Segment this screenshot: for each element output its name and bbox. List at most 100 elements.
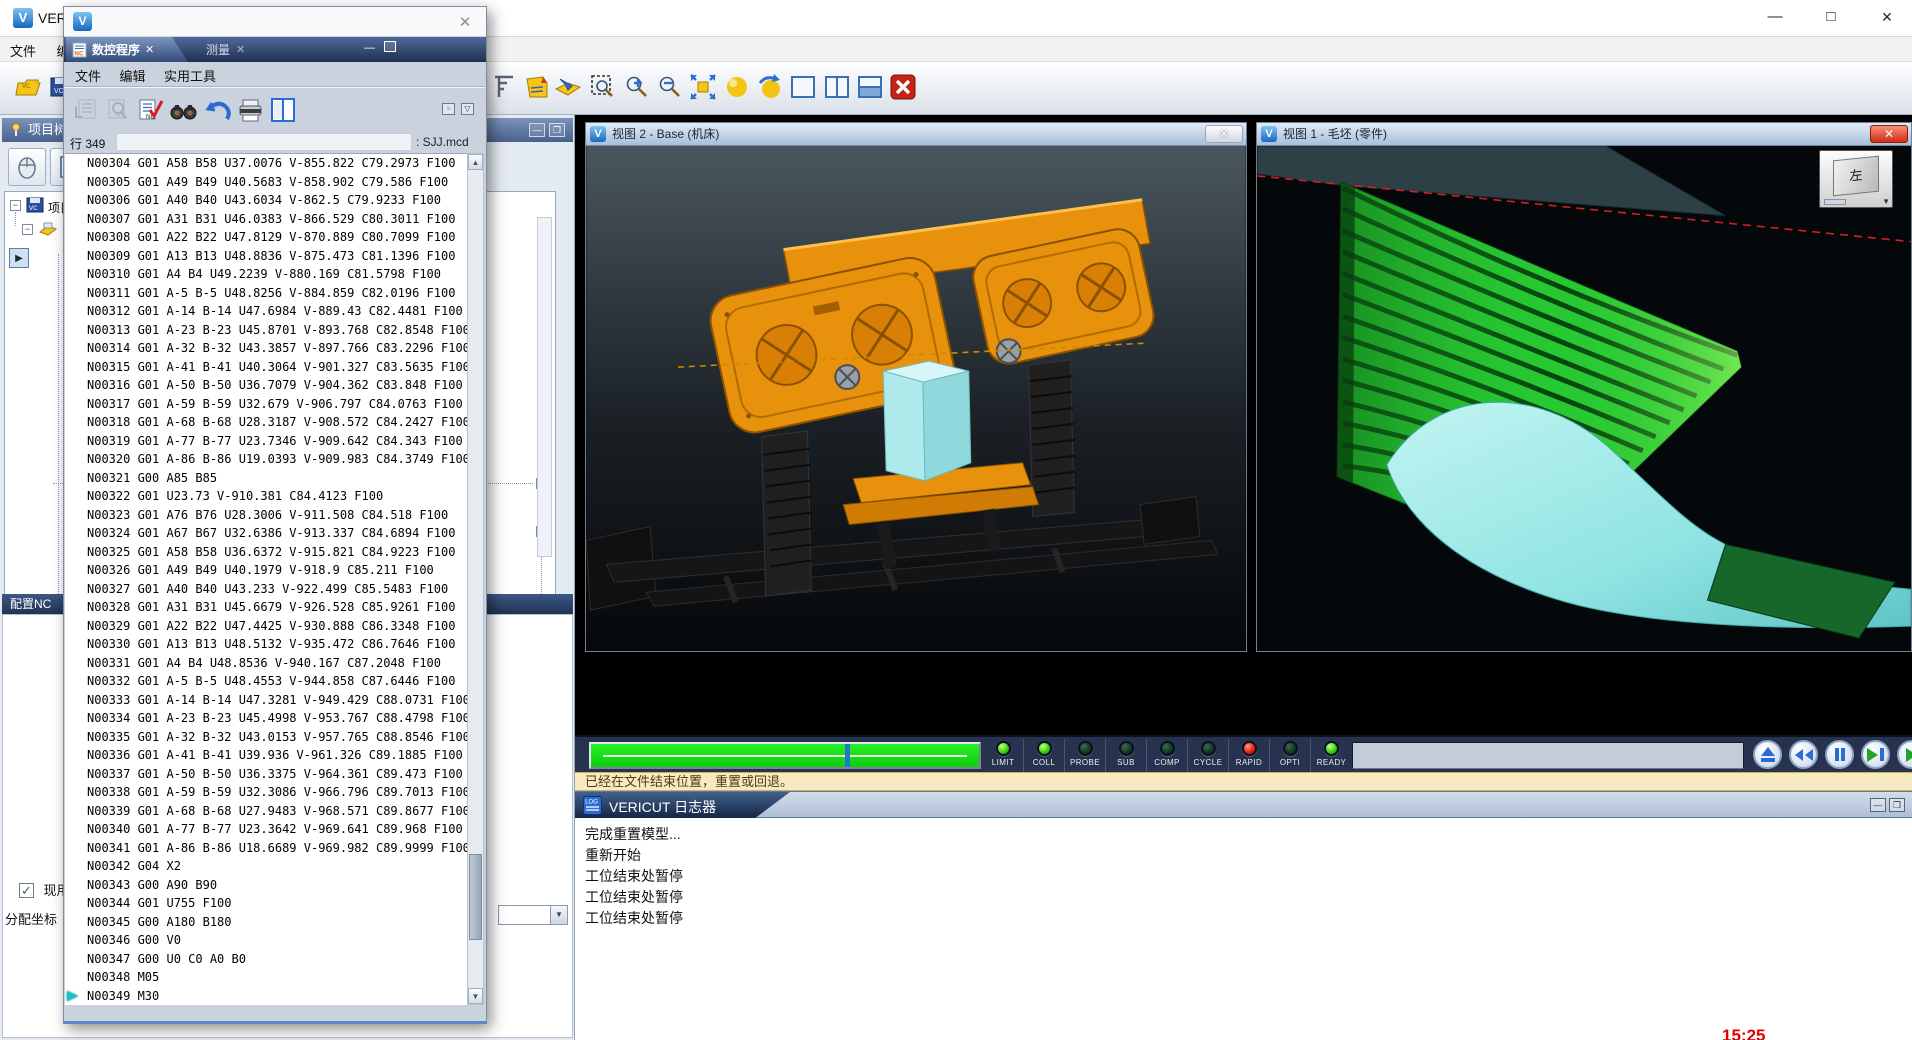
nc-line[interactable]: N00344 G01 U755 F100 <box>65 894 469 913</box>
maximize-button[interactable]: □ <box>1816 4 1846 30</box>
undo-icon[interactable] <box>204 96 232 124</box>
nc-line[interactable]: N00333 G01 A-14 B-14 U47.3281 V-949.429 … <box>65 691 469 710</box>
led-button-cycle[interactable]: CYCLE <box>1188 739 1229 772</box>
nc-line[interactable]: N00316 G01 A-50 B-50 U36.7079 V-904.362 … <box>65 376 469 395</box>
scroll-down-icon[interactable]: ▼ <box>468 988 483 1004</box>
viewport-machine[interactable]: V 视图 2 - Base (机床) ✕ <box>585 122 1247 652</box>
led-button-probe[interactable]: PROBE <box>1065 739 1106 772</box>
nc-line[interactable]: N00338 G01 A-59 B-59 U32.3086 V-966.796 … <box>65 783 469 802</box>
nc-line[interactable]: N00310 G01 A4 B4 U49.2239 V-880.169 C81.… <box>65 265 469 284</box>
view-orientation-cube[interactable]: 左 ▼ <box>1819 150 1893 208</box>
stock-3d-view[interactable] <box>1257 146 1911 651</box>
led-button-ready[interactable]: READY <box>1311 739 1352 772</box>
scroll-up-icon[interactable]: ▲ <box>468 154 483 170</box>
expander-collapse-icon[interactable]: − <box>22 224 33 235</box>
viewport-close-button[interactable]: ✕ <box>1205 125 1243 143</box>
zoom-out-icon[interactable] <box>655 71 685 103</box>
rewind-button[interactable] <box>1789 740 1818 769</box>
nc-line[interactable]: N00325 G01 A58 B58 U36.6372 V-915.821 C8… <box>65 543 469 562</box>
progress-marker[interactable] <box>845 744 850 767</box>
menu-file[interactable]: 文件 <box>2 37 44 64</box>
nc-line[interactable]: N00324 G01 A67 B67 U32.6386 V-913.337 C8… <box>65 524 469 543</box>
tree-scrollbar[interactable] <box>537 217 552 557</box>
pause-button[interactable] <box>1825 740 1854 769</box>
nc-line[interactable]: N00314 G01 A-32 B-32 U43.3857 V-897.766 … <box>65 339 469 358</box>
section-cut-icon[interactable] <box>553 71 583 103</box>
machine-3d-view[interactable] <box>586 146 1246 651</box>
active-checkbox[interactable]: ✓ 现用 <box>19 880 69 900</box>
nc-line[interactable]: N00309 G01 A13 B13 U48.8836 V-875.473 C8… <box>65 247 469 266</box>
nc-line[interactable]: N00340 G01 A-77 B-77 U23.3642 V-969.641 … <box>65 820 469 839</box>
viewport-machine-titlebar[interactable]: V 视图 2 - Base (机床) ✕ <box>586 123 1246 146</box>
mouse-mode-button[interactable] <box>8 148 46 186</box>
minimize-button[interactable]: — <box>1760 4 1790 30</box>
panel-float-icon[interactable]: ❐ <box>549 123 565 137</box>
nc-program-window[interactable]: V ✕ NC 数控程序 ✕ 测量 ✕ — 文件 编辑 实用工具 <box>63 6 487 1024</box>
panel-edit-icon[interactable]: ▽ <box>461 103 474 115</box>
expander-collapse-icon[interactable]: − <box>10 200 21 211</box>
nc-line[interactable]: N00343 G00 A90 B90 <box>65 876 469 895</box>
nc-line[interactable]: N00346 G00 V0 <box>65 931 469 950</box>
nc-menu-utilities[interactable]: 实用工具 <box>157 62 223 89</box>
nc-line[interactable]: N00330 G01 A13 B13 U48.5132 V-935.472 C8… <box>65 635 469 654</box>
nc-line[interactable]: N00329 G01 A22 B22 U47.4425 V-930.888 C8… <box>65 617 469 636</box>
binoculars-search-icon[interactable] <box>169 96 197 124</box>
eject-button[interactable] <box>1753 740 1782 769</box>
nc-window-close-icon[interactable]: ✕ <box>456 13 474 31</box>
nc-line[interactable]: N00326 G01 A49 B49 U40.1979 V-918.9 C85.… <box>65 561 469 580</box>
tabbar-minimize-icon[interactable]: — <box>364 42 375 54</box>
nc-line[interactable]: N00339 G01 A-68 B-68 U27.9483 V-968.571 … <box>65 802 469 821</box>
nc-message-field[interactable] <box>1352 742 1744 769</box>
log-message-list[interactable]: 完成重置模型...重新开始工位结束处暂停工位结束处暂停工位结束处暂停 <box>575 818 1912 1040</box>
nc-line[interactable]: N00341 G01 A-86 B-86 U18.6689 V-969.982 … <box>65 839 469 858</box>
vc-open-folder-icon[interactable]: VC <box>13 71 43 103</box>
nc-line[interactable]: N00327 G01 A40 B40 U43.233 V-922.499 C85… <box>65 580 469 599</box>
panel-minimize-icon[interactable]: — <box>529 123 545 137</box>
nc-check-icon[interactable]: NC <box>136 96 164 124</box>
nc-line[interactable]: N00337 G01 A-50 B-50 U36.3375 V-964.361 … <box>65 765 469 784</box>
nc-line[interactable]: N00342 G04 X2 <box>65 857 469 876</box>
nc-line[interactable]: N00334 G01 A-23 B-23 U45.4998 V-953.767 … <box>65 709 469 728</box>
log-minimize-icon[interactable]: — <box>1870 798 1886 812</box>
tabbar-restore-icon[interactable] <box>384 41 396 52</box>
nc-line[interactable]: N00312 G01 A-14 B-14 U47.6984 V-889.43 C… <box>65 302 469 321</box>
tab-measure[interactable]: 测量 ✕ <box>206 37 245 62</box>
nc-code-listing[interactable]: N00304 G01 A58 B58 U37.0076 V-855.822 C7… <box>65 153 469 1005</box>
nc-line[interactable]: N00306 G01 A40 B40 U43.6034 V-862.5 C79.… <box>65 191 469 210</box>
zoom-window-icon[interactable] <box>588 71 618 103</box>
nc-line[interactable]: N00320 G01 A-86 B-86 U19.0393 V-909.983 … <box>65 450 469 469</box>
led-button-coll[interactable]: COLL <box>1024 739 1065 772</box>
zoom-in-icon[interactable] <box>622 71 652 103</box>
nc-line[interactable]: N00315 G01 A-41 B-41 U40.3064 V-901.327 … <box>65 358 469 377</box>
tab-close-icon[interactable]: ✕ <box>145 43 154 56</box>
line-number-field[interactable] <box>116 133 412 151</box>
nc-line[interactable]: N00323 G01 A76 B76 U28.3006 V-911.508 C8… <box>65 506 469 525</box>
nc-line[interactable]: N00328 G01 A31 B31 U45.6679 V-926.528 C8… <box>65 598 469 617</box>
print-icon[interactable] <box>236 96 264 124</box>
nc-line[interactable]: N00347 G00 U0 C0 A0 B0 <box>65 950 469 969</box>
nc-line[interactable]: N00331 G01 A4 B4 U48.8536 V-940.167 C87.… <box>65 654 469 673</box>
led-button-rapid[interactable]: RAPID <box>1229 739 1270 772</box>
nc-line[interactable]: N00304 G01 A58 B58 U37.0076 V-855.822 C7… <box>65 154 469 173</box>
nc-line[interactable]: N00322 G01 U23.73 V-910.381 C84.4123 F10… <box>65 487 469 506</box>
tab-nc-program[interactable]: NC 数控程序 ✕ <box>66 37 188 62</box>
viewport-stock-titlebar[interactable]: V 视图 1 - 毛坯 (零件) ✕ <box>1257 123 1911 146</box>
led-button-opti[interactable]: OPTI <box>1270 739 1311 772</box>
nc-line[interactable]: N00308 G01 A22 B22 U47.8129 V-870.889 C8… <box>65 228 469 247</box>
viewport-close-button[interactable]: ✕ <box>1870 125 1908 143</box>
nc-menu-edit[interactable]: 编辑 <box>112 62 152 89</box>
nc-scrollbar[interactable]: ▲ ▼ <box>467 153 484 1005</box>
nc-menu-file[interactable]: 文件 <box>68 62 108 89</box>
nc-line[interactable]: N00318 G01 A-68 B-68 U28.3187 V-908.572 … <box>65 413 469 432</box>
chevron-down-icon[interactable]: ▼ <box>1882 197 1890 206</box>
layout-single-icon[interactable] <box>788 71 818 103</box>
log-float-icon[interactable]: ❐ <box>1889 798 1905 812</box>
nc-line[interactable]: N00305 G01 A49 B49 U40.5683 V-858.902 C7… <box>65 173 469 192</box>
led-button-comp[interactable]: COMP <box>1147 739 1188 772</box>
play-button[interactable] <box>1897 740 1912 769</box>
nav-cube-slider[interactable] <box>1824 199 1846 205</box>
nc-line[interactable]: N00307 G01 A31 B31 U46.0383 V-866.529 C8… <box>65 210 469 229</box>
close-button[interactable]: × <box>1872 4 1902 30</box>
log-window-header[interactable]: LOG VERICUT 日志器 — ❐ <box>575 791 1912 818</box>
orient-view-icon[interactable] <box>722 71 752 103</box>
